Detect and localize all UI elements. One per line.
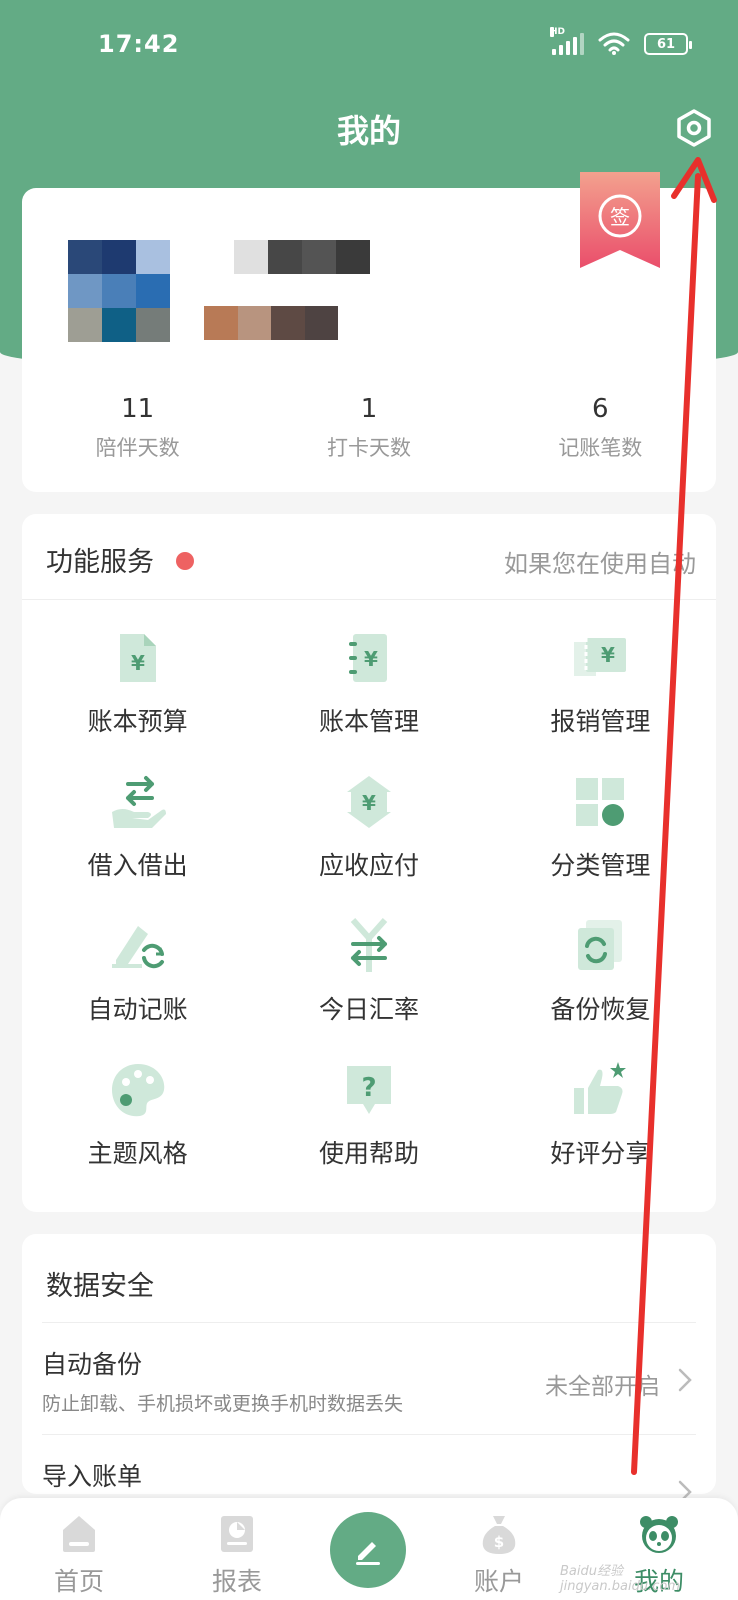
services-grid: ¥ 账本预算 ¥ 账本管理 ¥ 报销管理 借入借出 ¥ 应收应付 分类管理 自动…	[22, 614, 716, 1190]
page-title: 我的	[336, 112, 401, 150]
svg-text:¥: ¥	[362, 791, 376, 815]
service-label: 今日汇率	[318, 995, 419, 1024]
svg-text:¥: ¥	[131, 651, 145, 675]
security-card: 数据安全 自动备份 防止卸载、手机损坏或更换手机时数据丢失 未全部开启 导入账单	[22, 1234, 716, 1504]
wifi-icon	[598, 32, 630, 55]
palette-icon	[111, 1064, 164, 1117]
auto-backup-title: 自动备份	[42, 1350, 143, 1379]
auto-backup-subtitle: 防止卸载、手机损坏或更换手机时数据丢失	[42, 1393, 404, 1415]
service-ledger[interactable]: ¥ 账本管理	[253, 614, 484, 758]
tab-label: 首页	[53, 1567, 104, 1596]
thumbs-up-icon	[574, 1062, 627, 1114]
auto-record-icon	[111, 926, 164, 969]
help-icon: ?	[346, 1066, 391, 1114]
stat-value: 11	[121, 394, 155, 424]
service-share[interactable]: 好评分享	[485, 1046, 716, 1190]
service-reimburse[interactable]: ¥ 报销管理	[485, 614, 716, 758]
sign-badge-text: 签	[610, 205, 630, 229]
services-card: 功能服务 如果您在使用自动 ¥ 账本预算 ¥ 账本管理 ¥ 报销管理 借入借出 …	[22, 514, 716, 1212]
service-label: 好评分享	[550, 1139, 651, 1168]
service-lend[interactable]: 借入借出	[22, 758, 253, 902]
money-bag-icon: $	[482, 1516, 516, 1554]
nickname-pixelated	[234, 240, 370, 274]
svg-text:¥: ¥	[601, 643, 615, 667]
service-budget[interactable]: ¥ 账本预算	[22, 614, 253, 758]
stat-companion-days[interactable]: 11 陪伴天数	[22, 394, 253, 462]
service-category[interactable]: 分类管理	[485, 758, 716, 902]
service-exchange-rate[interactable]: 今日汇率	[253, 902, 484, 1046]
stat-record-count[interactable]: 6 记账笔数	[485, 394, 716, 462]
category-icon	[576, 778, 625, 826]
service-label: 自动记账	[87, 995, 188, 1024]
receivable-icon: ¥	[346, 776, 391, 828]
network-type: HD	[550, 27, 566, 37]
tab-label: 报表	[211, 1567, 262, 1596]
auto-backup-status: 未全部开启	[545, 1374, 660, 1400]
stat-label: 记账笔数	[558, 436, 643, 460]
home-icon	[63, 1516, 95, 1552]
services-title: 功能服务	[46, 547, 154, 578]
stats-row: 11 陪伴天数 1 打卡天数 6 记账笔数	[22, 394, 716, 462]
svg-text:$: $	[494, 1533, 504, 1551]
services-notice[interactable]: 如果您在使用自动	[504, 544, 716, 579]
tab-report[interactable]: 报表	[182, 1512, 292, 1598]
stat-value: 1	[360, 394, 378, 424]
service-label: 报销管理	[550, 707, 651, 736]
avatar[interactable]	[68, 240, 170, 342]
service-receivable[interactable]: ¥ 应收应付	[253, 758, 484, 902]
service-auto-record[interactable]: 自动记账	[22, 902, 253, 1046]
service-label: 分类管理	[550, 851, 651, 880]
chevron-right-icon	[678, 1368, 692, 1392]
service-label: 主题风格	[87, 1139, 188, 1168]
stat-value: 6	[592, 394, 609, 424]
import-bill-title: 导入账单	[42, 1462, 143, 1491]
sign-in-badge[interactable]: 签	[580, 172, 660, 268]
status-bar: 17:42 HD 61	[0, 0, 738, 88]
profile-card[interactable]: 签 11 陪伴天数 1 打卡天数 6 记账笔数	[22, 172, 716, 492]
watermark: Baidu经验 jingyan.baidu.com	[560, 1564, 680, 1594]
pencil-icon	[356, 1542, 380, 1565]
stat-checkin-days[interactable]: 1 打卡天数	[253, 394, 484, 462]
service-label: 借入借出	[87, 851, 188, 880]
service-help[interactable]: ? 使用帮助	[253, 1046, 484, 1190]
import-bill-row[interactable]: 导入账单	[42, 1434, 696, 1504]
add-record-button[interactable]	[330, 1512, 406, 1588]
tab-account[interactable]: $ 账户	[444, 1512, 554, 1598]
stat-label: 陪伴天数	[95, 436, 180, 460]
ledger-icon: ¥	[348, 634, 387, 682]
exchange-rate-icon	[350, 918, 388, 972]
security-title: 数据安全	[46, 1271, 154, 1302]
notification-dot	[176, 552, 194, 570]
status-icons: HD 61	[550, 27, 692, 58]
report-icon	[221, 1516, 253, 1552]
backup-icon	[578, 920, 623, 970]
panda-icon	[640, 1516, 678, 1553]
status-time: 17:42	[98, 30, 180, 58]
settings-icon[interactable]	[674, 108, 714, 148]
service-backup[interactable]: 备份恢复	[485, 902, 716, 1046]
tab-label: 账户	[473, 1567, 524, 1596]
service-label: 应收应付	[318, 851, 419, 880]
signal-icon: HD	[550, 27, 584, 55]
stat-label: 打卡天数	[326, 436, 411, 460]
battery-indicator: 61	[644, 33, 692, 55]
svg-text:?: ?	[361, 1073, 376, 1103]
reimburse-icon: ¥	[574, 638, 627, 676]
service-theme[interactable]: 主题风格	[22, 1046, 253, 1190]
service-label: 账本管理	[318, 707, 419, 736]
svg-text:¥: ¥	[364, 647, 378, 671]
user-id-pixelated	[204, 306, 338, 340]
service-label: 备份恢复	[550, 995, 651, 1024]
tab-home[interactable]: 首页	[24, 1512, 134, 1598]
auto-backup-row[interactable]: 自动备份 防止卸载、手机损坏或更换手机时数据丢失 未全部开启	[42, 1322, 696, 1434]
service-label: 账本预算	[87, 707, 188, 736]
services-header: 功能服务 如果您在使用自动	[22, 514, 716, 600]
service-label: 使用帮助	[318, 1139, 419, 1168]
lend-icon	[111, 776, 166, 828]
budget-icon: ¥	[119, 634, 156, 682]
